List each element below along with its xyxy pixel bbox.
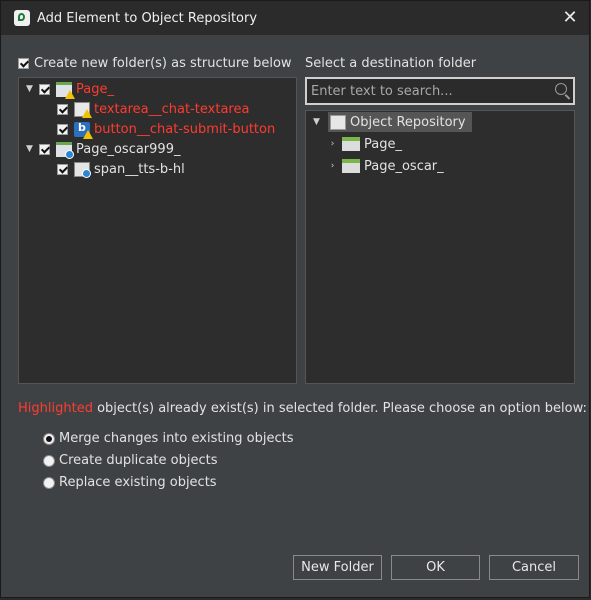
radio-merge[interactable] — [43, 432, 55, 445]
tree-item-label: Object Repository — [350, 114, 466, 130]
tree-checkbox[interactable] — [57, 103, 68, 115]
create-folder-label: Create new folder(s) as structure below — [34, 56, 292, 71]
close-button[interactable]: ✕ — [560, 8, 580, 28]
cancel-button[interactable]: Cancel — [489, 555, 579, 580]
tree-checkbox[interactable] — [39, 83, 50, 95]
tree-item-label: Page_oscar999_ — [76, 141, 181, 157]
object-repository-icon — [330, 114, 346, 130]
folder-label: Page_ — [364, 136, 402, 152]
dialog-title: Add Element to Object Repository — [37, 10, 258, 26]
search-input[interactable] — [309, 81, 549, 101]
radio-replace[interactable] — [43, 476, 55, 489]
element-structure-tree: ▼ Page_ textarea__chat-textarea button__… — [18, 77, 297, 384]
destination-folder-tree: ▼ Object Repository › Page_ › Page_oscar… — [305, 110, 575, 384]
collapse-arrow-icon[interactable]: ▼ — [25, 79, 34, 99]
ok-button[interactable]: OK — [391, 555, 480, 580]
katalon-app-icon — [14, 10, 30, 26]
collapse-arrow-icon[interactable]: ▼ — [312, 112, 321, 132]
tree-checkbox[interactable] — [57, 163, 68, 175]
page-warning-icon — [56, 81, 75, 99]
title-bar: Add Element to Object Repository ✕ — [1, 1, 589, 35]
tree-item-object-repository[interactable]: Object Repository — [328, 112, 472, 132]
destination-header: Select a destination folder — [305, 56, 477, 71]
expand-arrow-icon[interactable]: › — [328, 134, 337, 154]
tree-item-page-oscar[interactable]: ▼ Page_oscar999_ — [25, 139, 180, 159]
option-label: Create duplicate objects — [59, 453, 218, 468]
tree-item-label: button__chat-submit-button — [94, 121, 276, 137]
textarea-warning-icon — [74, 101, 92, 118]
tree-checkbox[interactable] — [39, 143, 50, 155]
tree-item-textarea[interactable]: textarea__chat-textarea — [57, 99, 249, 119]
tree-item-label: span__tts-b-hl — [94, 161, 185, 177]
tree-item-label: textarea__chat-textarea — [94, 101, 250, 117]
button-warning-icon — [74, 121, 93, 139]
conflict-message: Highlighted object(s) already exist(s) i… — [18, 401, 587, 416]
folder-item-page[interactable]: › Page_ — [328, 134, 402, 154]
expand-arrow-icon[interactable]: › — [328, 156, 337, 176]
tree-item-label: Page_ — [76, 81, 114, 97]
collapse-arrow-icon[interactable]: ▼ — [25, 139, 34, 159]
add-element-dialog: Add Element to Object Repository ✕ Creat… — [0, 0, 590, 598]
radio-duplicate[interactable] — [43, 454, 55, 467]
folder-icon — [342, 159, 360, 173]
folder-item-page-oscar[interactable]: › Page_oscar_ — [328, 156, 444, 176]
option-label: Replace existing objects — [59, 475, 217, 490]
message-text: object(s) already exist(s) in selected f… — [92, 401, 587, 416]
span-element-icon — [74, 161, 91, 178]
option-replace[interactable]: Replace existing objects — [43, 475, 217, 490]
folder-label: Page_oscar_ — [364, 158, 444, 174]
highlighted-word: Highlighted — [18, 401, 93, 416]
option-label: Merge changes into existing objects — [59, 431, 294, 446]
option-duplicate[interactable]: Create duplicate objects — [43, 453, 217, 468]
page-info-icon — [56, 141, 74, 159]
tree-item-page[interactable]: ▼ Page_ — [25, 79, 114, 99]
search-box — [305, 77, 575, 105]
tree-item-button[interactable]: button__chat-submit-button — [57, 119, 275, 139]
tree-checkbox[interactable] — [57, 123, 68, 135]
search-icon[interactable] — [555, 83, 567, 95]
create-folder-option[interactable]: Create new folder(s) as structure below — [18, 56, 292, 71]
option-merge[interactable]: Merge changes into existing objects — [43, 431, 294, 446]
tree-item-span[interactable]: span__tts-b-hl — [57, 159, 185, 179]
new-folder-button[interactable]: New Folder — [293, 555, 382, 580]
create-folder-checkbox[interactable] — [18, 58, 29, 69]
folder-icon — [342, 137, 360, 151]
